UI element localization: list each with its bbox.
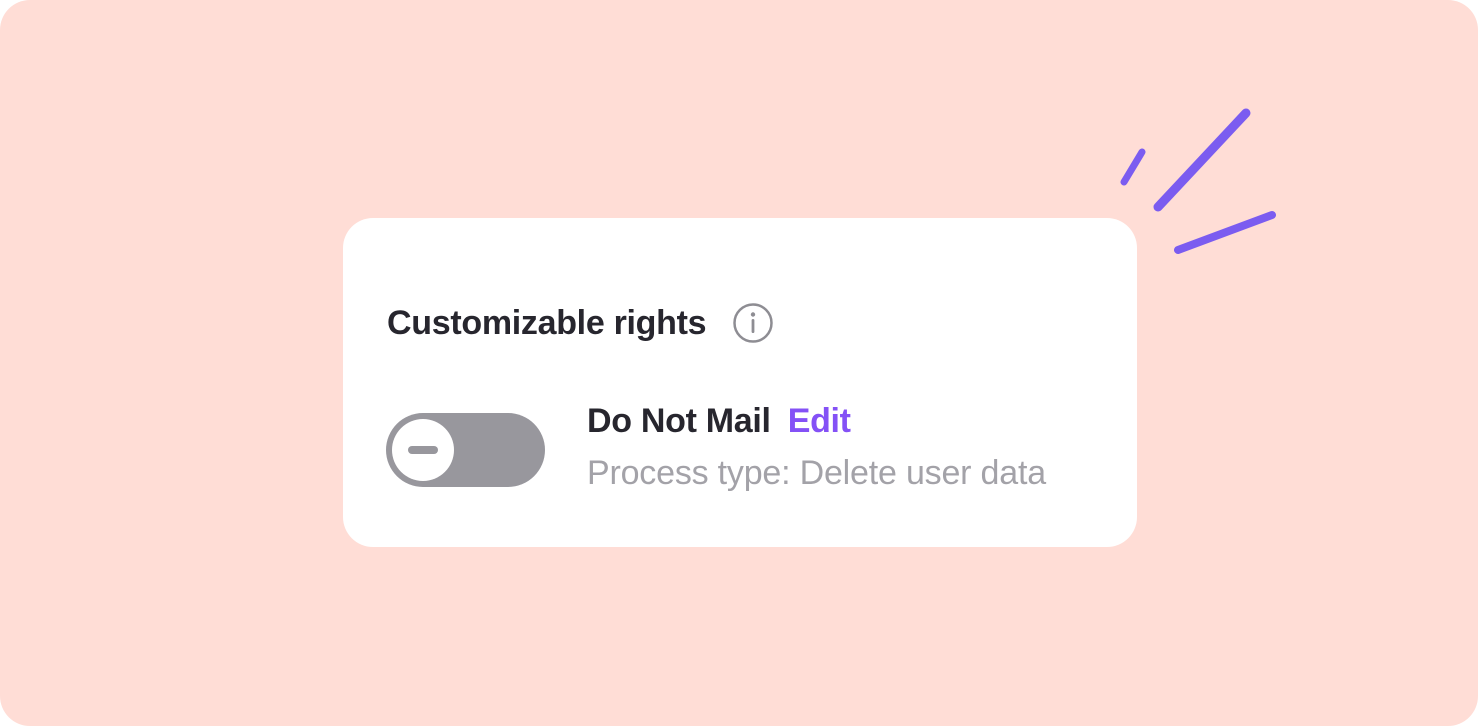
right-name-row: Do Not Mail Edit (587, 402, 851, 441)
process-type-text: Process type: Delete user data (587, 454, 1046, 492)
right-name: Do Not Mail (587, 402, 771, 440)
rights-card: Customizable rights Do Not Mail Edit Pro… (343, 218, 1137, 547)
do-not-mail-toggle[interactable] (386, 413, 545, 487)
minus-icon (408, 446, 438, 454)
edit-link[interactable]: Edit (788, 402, 851, 441)
card-title: Customizable rights (387, 303, 707, 342)
card-header: Customizable rights (387, 302, 774, 344)
info-icon[interactable] (732, 302, 774, 344)
background-canvas: Customizable rights Do Not Mail Edit Pro… (0, 0, 1478, 726)
toggle-knob (392, 419, 454, 481)
